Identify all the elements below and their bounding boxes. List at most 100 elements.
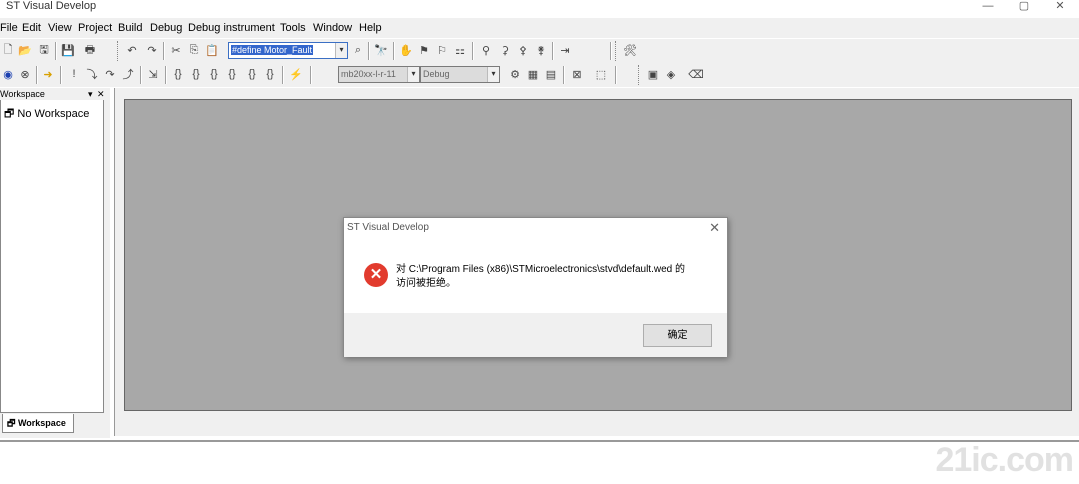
eraser-icon[interactable]: ⌫ [688, 66, 704, 82]
config-combo-value: Debug [423, 69, 450, 79]
menu-build[interactable]: Build [118, 21, 142, 35]
binoculars-icon[interactable]: 🔭 [373, 42, 389, 58]
undo-icon[interactable]: ↶ [124, 42, 140, 58]
code-step-icon[interactable]: {} [170, 66, 186, 82]
program-icon[interactable]: ⬚ [593, 66, 609, 82]
workspace-header: Workspace ▾ ✕ [0, 88, 108, 100]
toolbar-separator [472, 42, 474, 60]
menu-file[interactable]: File [0, 21, 18, 35]
step-into-icon[interactable]: ⤵ [84, 66, 100, 82]
memory-icon[interactable]: ◈ [663, 66, 679, 82]
lightning-icon[interactable]: ⚡ [288, 66, 304, 82]
print-icon[interactable]: 🖶 [82, 42, 98, 58]
find-in-files-icon[interactable]: ⌕ [350, 42, 366, 58]
flag-clear-icon[interactable]: ⚵ [533, 42, 549, 58]
debug-start-icon[interactable]: ◉ [0, 66, 16, 82]
toolbar-separator [163, 42, 165, 60]
close-icon[interactable]: ✕ [97, 88, 105, 100]
redo-icon[interactable]: ↷ [144, 42, 160, 58]
compile-icon[interactable]: ⚙ [507, 66, 523, 82]
save-all-icon[interactable]: 🖫 [36, 42, 52, 58]
menu-bar: File Edit View Project Build Debug Debug… [0, 18, 1079, 38]
pin-icon[interactable]: ▾ [88, 88, 93, 100]
paste-icon[interactable]: 📋 [204, 42, 220, 58]
new-file-icon[interactable]: 🗋 [0, 42, 16, 58]
find-combo[interactable]: #define Motor_Fault ▾ [228, 42, 348, 59]
error-icon: ✕ [364, 263, 388, 287]
toolbar-separator [140, 66, 142, 84]
flag-icon[interactable]: ⚲ [478, 42, 494, 58]
toolbar-grip[interactable] [638, 65, 641, 85]
rebuild-icon[interactable]: ▤ [543, 66, 559, 82]
workspace-tab[interactable]: 🗗 Workspace [2, 414, 74, 433]
open-folder-icon[interactable]: 📂 [17, 42, 33, 58]
toolbar-grip[interactable] [615, 41, 618, 61]
menu-debug-instrument[interactable]: Debug instrument [188, 21, 275, 35]
step-over-icon[interactable]: ↷ [102, 66, 118, 82]
find-combo-value: #define Motor_Fault [231, 45, 314, 55]
flag-prev-icon[interactable]: ⚴ [515, 42, 531, 58]
run-arrow-icon[interactable]: ➜ [40, 66, 56, 82]
menu-edit[interactable]: Edit [22, 21, 41, 35]
toolbar-separator [393, 42, 395, 60]
tools-icon[interactable]: 🛠 [622, 42, 638, 58]
workspace-tree-item[interactable]: 🗗 No Workspace [4, 105, 89, 124]
code-step-out-icon[interactable]: {} [206, 66, 222, 82]
menu-window[interactable]: Window [313, 21, 352, 35]
chevron-down-icon[interactable]: ▾ [407, 67, 419, 82]
target-combo[interactable]: mb20xx-l-r-11 ▾ [338, 66, 420, 83]
copy-icon[interactable]: ⎘ [186, 42, 202, 58]
menu-help[interactable]: Help [359, 21, 382, 35]
config-combo[interactable]: Debug ▾ [420, 66, 500, 83]
workspace-tab-label: Workspace [17, 418, 66, 428]
minimize-button[interactable]: — [970, 0, 1006, 14]
toolbar-separator [282, 66, 284, 84]
menu-view[interactable]: View [48, 21, 72, 35]
workspace-item-label: No Workspace [17, 108, 90, 120]
chevron-down-icon[interactable]: ▾ [335, 43, 347, 58]
bookmark-icon[interactable]: ⚑ [416, 42, 432, 58]
code-run-icon[interactable]: {} [224, 66, 240, 82]
toolbar-standard: 🗋 📂 🖫 💾 🖶 ↶ ↷ ✂ ⎘ 📋 #define Motor_Fault … [0, 39, 1079, 63]
indent-icon[interactable]: ⇥ [557, 42, 573, 58]
code-break-icon[interactable]: {} [244, 66, 260, 82]
stop-build-icon[interactable]: ⊠ [569, 66, 585, 82]
workspace-header-label: Workspace [0, 89, 45, 99]
dialog-close-button[interactable]: ✕ [709, 220, 720, 236]
bookmark-clear-icon[interactable]: ⚏ [452, 42, 468, 58]
toolbar-separator [36, 66, 38, 84]
menu-tools[interactable]: Tools [280, 21, 306, 35]
output-pane[interactable] [0, 440, 1079, 484]
save-icon[interactable]: 💾 [60, 42, 76, 58]
code-step-over-icon[interactable]: {} [188, 66, 204, 82]
chevron-down-icon[interactable]: ▾ [487, 67, 499, 82]
hand-icon[interactable]: ✋ [398, 42, 414, 58]
run-to-cursor-icon[interactable]: ⇲ [145, 66, 161, 82]
maximize-button[interactable]: ▢ [1006, 0, 1042, 14]
flag-next-icon[interactable]: ⚳ [497, 42, 513, 58]
dialog-message-line2: 访问被拒绝。 [396, 278, 456, 289]
dialog-message: 对 C:\Program Files (x86)\STMicroelectron… [396, 263, 716, 291]
break-icon[interactable]: ! [66, 66, 82, 82]
ok-button[interactable]: 确定 [643, 324, 712, 347]
window-icon[interactable]: ▣ [645, 66, 661, 82]
toolbar-separator [165, 66, 167, 84]
toolbar-separator [368, 42, 370, 60]
menu-debug[interactable]: Debug [150, 21, 182, 35]
target-combo-value: mb20xx-l-r-11 [341, 69, 396, 79]
toolbar-separator [610, 42, 612, 60]
bookmark-next-icon[interactable]: ⚐ [434, 42, 450, 58]
toolbar-separator [552, 42, 554, 60]
step-out-icon[interactable]: ⤴ [120, 66, 136, 82]
build-icon[interactable]: ▦ [525, 66, 541, 82]
workspace-panel [0, 88, 104, 413]
code-reset-icon[interactable]: {} [262, 66, 278, 82]
toolbar-separator [60, 66, 62, 84]
app-title: ST Visual Develop [6, 0, 97, 12]
cut-icon[interactable]: ✂ [168, 42, 184, 58]
close-button[interactable]: ✕ [1042, 0, 1078, 14]
menu-project[interactable]: Project [78, 21, 112, 35]
toolbar-grip[interactable] [117, 41, 120, 61]
debug-stop-icon[interactable]: ⊗ [17, 66, 33, 82]
error-dialog: ST Visual Develop ✕ ✕ 对 C:\Program Files… [343, 217, 728, 357]
